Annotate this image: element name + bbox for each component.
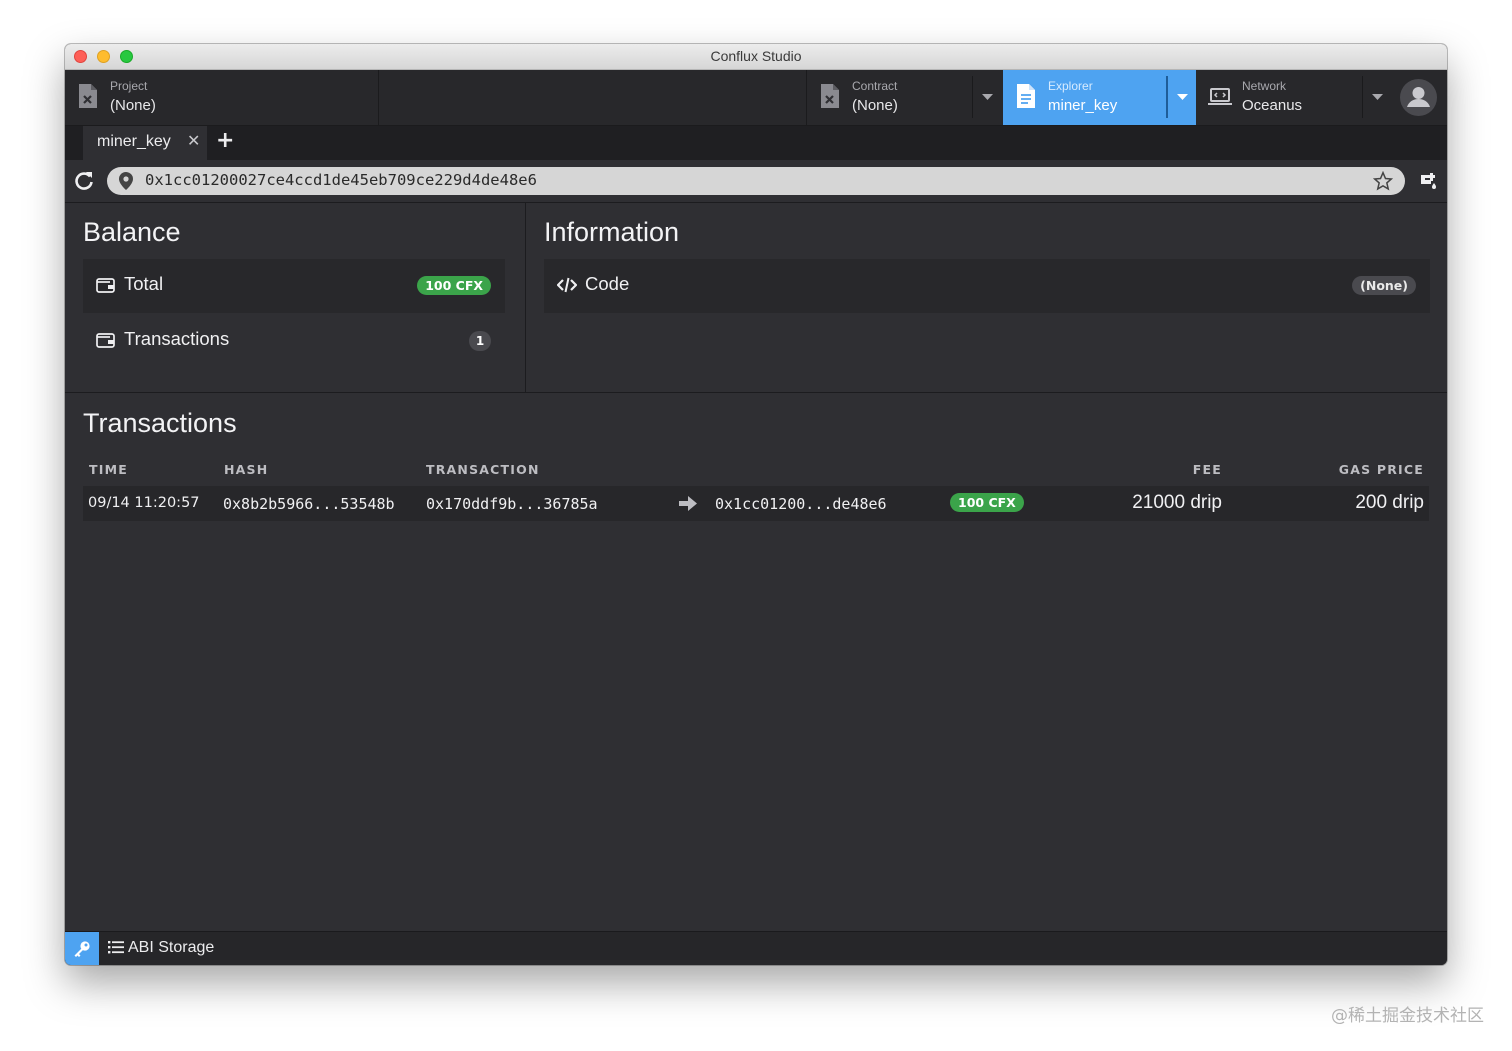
explorer-dropdown-toggle[interactable] xyxy=(1166,76,1196,118)
nav-network-value: Oceanus xyxy=(1242,97,1303,114)
nav-contract[interactable]: Contract (None) xyxy=(806,70,1002,125)
contract-dropdown-toggle[interactable] xyxy=(972,76,1002,118)
balance-panel: Balance Total 100 CFX Transactions 1 xyxy=(65,203,526,392)
abi-storage-button[interactable]: ABI Storage xyxy=(108,939,214,957)
list-icon xyxy=(108,941,124,954)
close-window-button[interactable] xyxy=(74,50,87,63)
balance-transactions-label: Transactions xyxy=(124,328,230,349)
wallet-icon xyxy=(96,278,115,293)
top-navigation: Project (None) Contract (None) Explorer … xyxy=(65,70,1447,126)
wallet-icon xyxy=(96,333,115,348)
column-header-gas-price: GAS PRICE xyxy=(1338,462,1424,477)
nav-explorer[interactable]: Explorer miner_key xyxy=(1003,70,1196,125)
watermark: @稀土掘金技术社区 xyxy=(1331,1006,1484,1026)
caret-down-icon xyxy=(1372,94,1383,100)
star-icon[interactable] xyxy=(1373,171,1393,191)
transactions-count-badge: 1 xyxy=(469,331,491,351)
code-badge: (None) xyxy=(1352,276,1416,295)
refresh-icon[interactable] xyxy=(73,170,95,192)
network-dropdown-toggle[interactable] xyxy=(1362,76,1392,118)
keypair-manager-button[interactable] xyxy=(65,932,99,965)
file-remove-icon xyxy=(821,84,839,108)
close-tab-icon[interactable]: ✕ xyxy=(187,131,200,150)
nav-contract-value: (None) xyxy=(852,97,898,114)
tab-miner-key[interactable]: miner_key ✕ xyxy=(83,126,207,160)
nav-explorer-value: miner_key xyxy=(1048,97,1118,114)
user-icon xyxy=(1407,87,1430,107)
tx-hash-link[interactable]: 0x8b2b5966...53548b xyxy=(223,495,395,513)
key-icon xyxy=(74,941,90,957)
nav-project-label: Project xyxy=(110,79,148,93)
column-header-hash: HASH xyxy=(224,462,269,477)
minimize-window-button[interactable] xyxy=(97,50,110,63)
information-code-label: Code xyxy=(585,273,630,294)
faucet-icon[interactable] xyxy=(1417,171,1439,191)
address-input[interactable]: 0x1cc01200027ce4ccd1de45eb709ce229d4de48… xyxy=(107,167,1405,195)
nav-contract-label: Contract xyxy=(852,79,898,93)
tab-label: miner_key xyxy=(97,133,171,150)
window-title: Conflux Studio xyxy=(710,48,802,64)
nav-project[interactable]: Project (None) xyxy=(65,70,379,125)
title-bar: Conflux Studio xyxy=(65,44,1447,70)
transactions-title: Transactions xyxy=(83,408,237,438)
balance-total-badge: 100 CFX xyxy=(417,276,491,295)
file-remove-icon xyxy=(79,84,97,108)
map-marker-icon xyxy=(119,172,133,190)
balance-total-label: Total xyxy=(124,273,164,294)
nav-network-label: Network xyxy=(1242,79,1287,93)
laptop-code-icon xyxy=(1208,88,1232,105)
information-code-row: Code (None) xyxy=(544,259,1430,313)
caret-down-icon xyxy=(1177,94,1188,100)
tx-to-address-link[interactable]: 0x1cc01200...de48e6 xyxy=(715,495,887,513)
tx-gas-price: 200 drip xyxy=(1355,492,1424,513)
new-tab-button[interactable]: + xyxy=(216,128,234,153)
caret-down-icon xyxy=(982,94,993,100)
information-panel: Information Code (None) xyxy=(526,203,1447,392)
address-value: 0x1cc01200027ce4ccd1de45eb709ce229d4de48… xyxy=(145,171,537,189)
nav-network[interactable]: Network Oceanus xyxy=(1197,70,1392,125)
table-row[interactable]: 09/14 11:20:57 0x8b2b5966...53548b 0x170… xyxy=(83,486,1429,521)
section-divider xyxy=(65,392,1447,393)
tx-from-address-link[interactable]: 0x170ddf9b...36785a xyxy=(426,495,598,513)
abi-storage-label: ABI Storage xyxy=(128,939,215,956)
balance-transactions-row: Transactions 1 xyxy=(83,314,505,368)
file-text-icon xyxy=(1017,84,1035,108)
tab-bar: miner_key ✕ + xyxy=(65,126,1447,160)
status-bar: ABI Storage xyxy=(65,931,1447,965)
app-window: Conflux Studio Project (None) Contract (… xyxy=(65,44,1447,965)
column-header-fee: FEE xyxy=(1192,462,1222,477)
balance-total-row: Total 100 CFX xyxy=(83,259,505,313)
nav-project-value: (None) xyxy=(110,97,156,114)
balance-title: Balance xyxy=(83,217,181,247)
address-toolbar: 0x1cc01200027ce4ccd1de45eb709ce229d4de48… xyxy=(65,160,1447,203)
tx-value-badge: 100 CFX xyxy=(950,493,1024,512)
information-title: Information xyxy=(544,217,680,247)
column-header-time: TIME xyxy=(89,462,128,477)
user-avatar[interactable] xyxy=(1400,79,1437,116)
arrow-right-icon xyxy=(679,496,697,511)
tx-fee: 21000 drip xyxy=(1132,492,1222,513)
tx-time: 09/14 11:20:57 xyxy=(88,495,200,511)
zoom-window-button[interactable] xyxy=(120,50,133,63)
nav-explorer-label: Explorer xyxy=(1048,79,1093,93)
column-header-transaction: TRANSACTION xyxy=(426,462,540,477)
code-icon xyxy=(557,277,577,293)
